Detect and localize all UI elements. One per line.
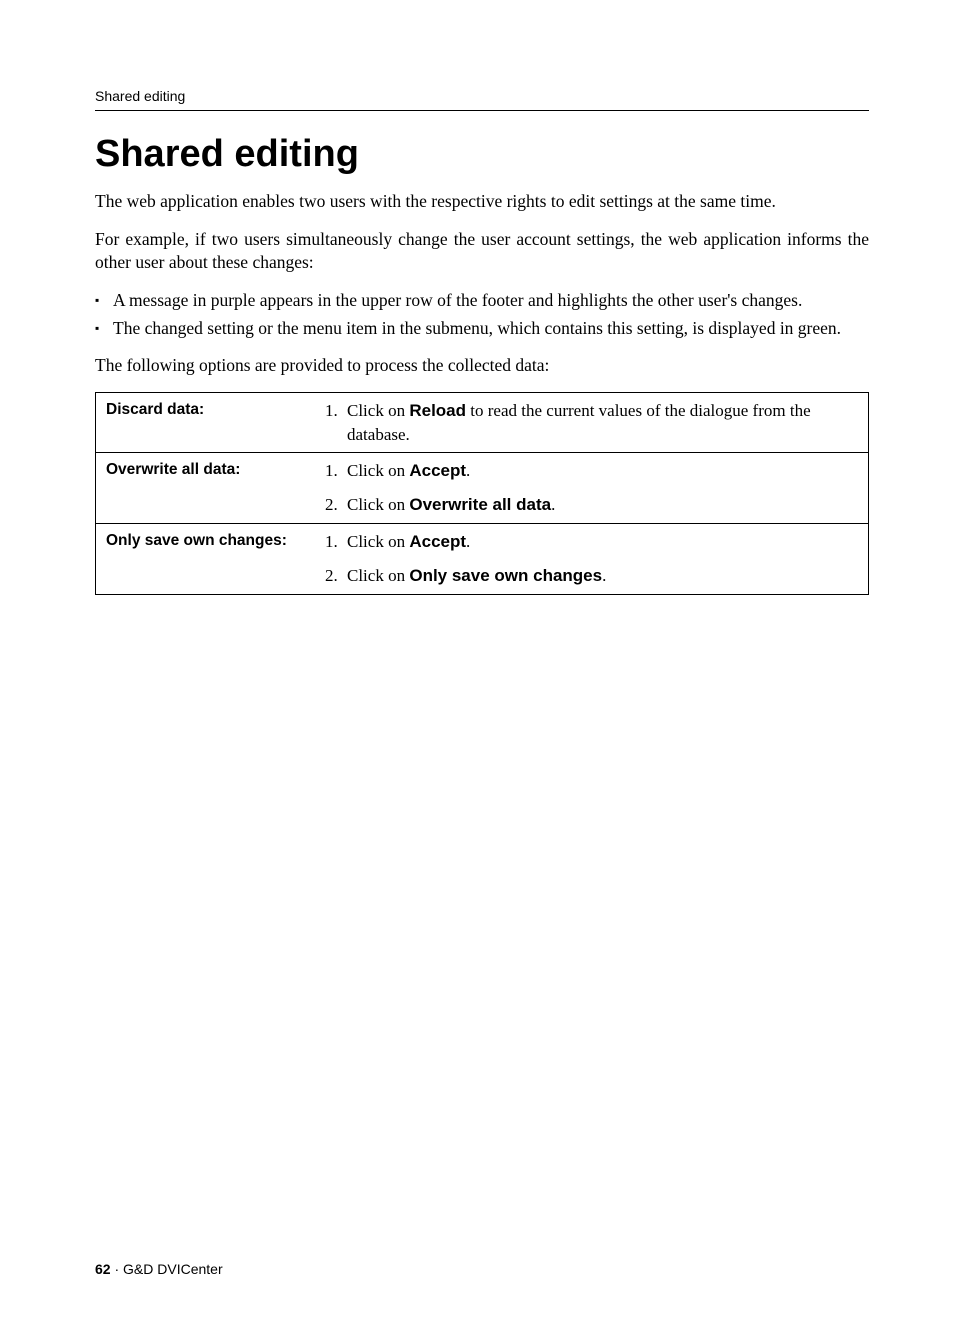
running-header: Shared editing (95, 88, 869, 111)
options-table: Discard data: Click on Reload to read th… (95, 392, 869, 595)
row-label: Only save own changes: (96, 523, 316, 594)
step-item: Click on Reload to read the current valu… (325, 399, 858, 447)
row-label: Overwrite all data: (96, 453, 316, 524)
page-footer: 62 · G&D DVICenter (95, 1261, 223, 1277)
table-row: Only save own changes: Click on Accept. … (96, 523, 869, 594)
list-item: The changed setting or the menu item in … (95, 317, 869, 341)
row-value: Click on Reload to read the current valu… (315, 392, 869, 453)
page-title: Shared editing (95, 133, 869, 176)
step-item: Click on Accept. (325, 530, 858, 554)
footer-product: G&D DVICenter (123, 1261, 223, 1277)
row-label: Discard data: (96, 392, 316, 453)
table-row: Overwrite all data: Click on Accept. Cli… (96, 453, 869, 524)
intro-paragraph-1: The web application enables two users wi… (95, 190, 869, 214)
row-value: Click on Accept. Click on Overwrite all … (315, 453, 869, 524)
step-item: Click on Only save own changes. (325, 564, 858, 588)
step-item: Click on Overwrite all data. (325, 493, 858, 517)
footer-separator: · (111, 1261, 123, 1277)
row-value: Click on Accept. Click on Only save own … (315, 523, 869, 594)
list-item: A message in purple appears in the upper… (95, 289, 869, 313)
table-row: Discard data: Click on Reload to read th… (96, 392, 869, 453)
change-notifications-list: A message in purple appears in the upper… (95, 289, 869, 340)
step-item: Click on Accept. (325, 459, 858, 483)
intro-paragraph-2: For example, if two users simultaneously… (95, 228, 869, 275)
options-intro: The following options are provided to pr… (95, 354, 869, 378)
page-number: 62 (95, 1261, 111, 1277)
